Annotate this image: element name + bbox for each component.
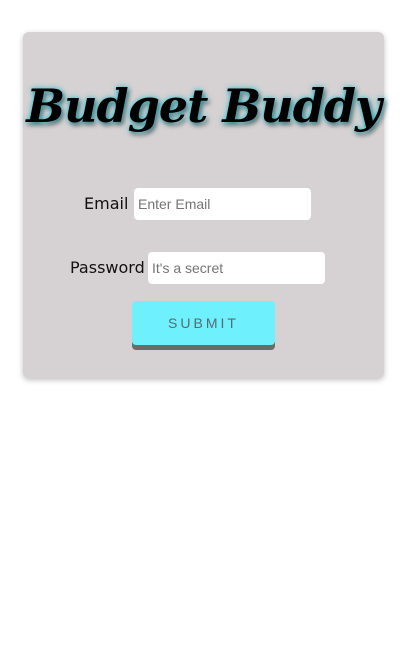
email-input[interactable]	[134, 188, 311, 220]
app-title: Budget Buddy	[26, 79, 382, 133]
password-input[interactable]	[148, 252, 325, 284]
login-card: Budget Buddy Email Password SUBMIT	[23, 32, 384, 378]
password-label: Password	[70, 258, 145, 277]
email-label: Email	[84, 194, 129, 213]
submit-button[interactable]: SUBMIT	[132, 301, 275, 345]
